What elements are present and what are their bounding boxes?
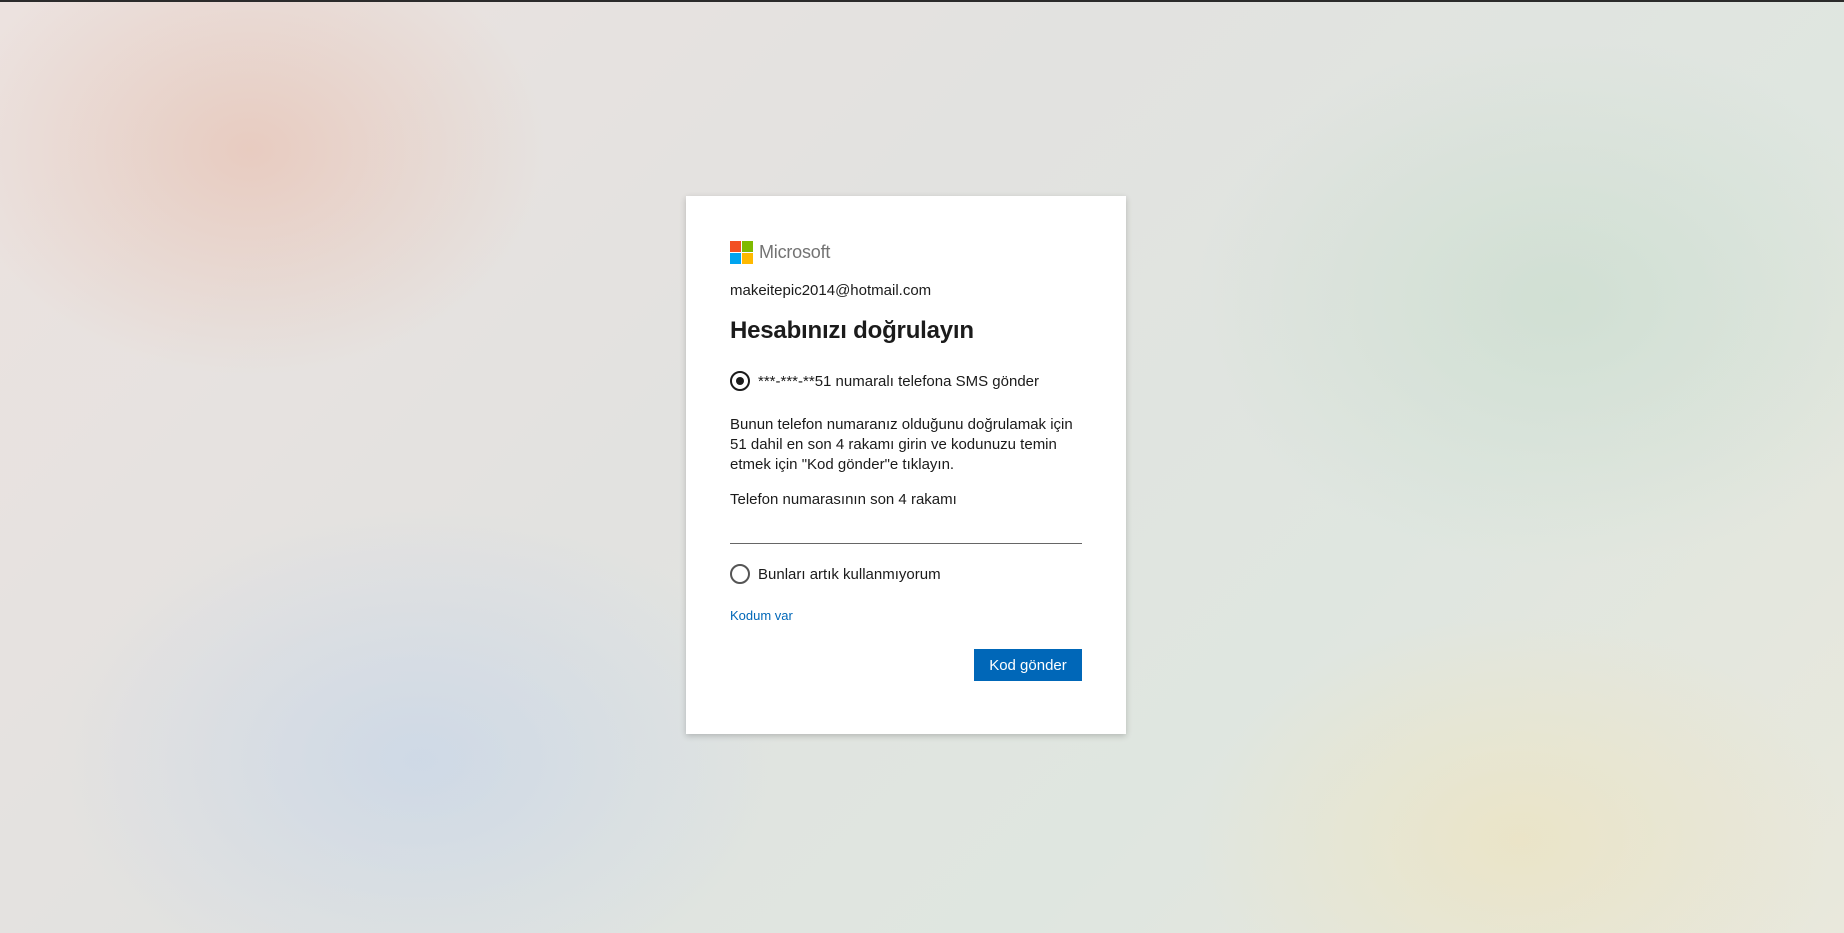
send-code-button[interactable]: Kod gönder — [974, 649, 1082, 681]
button-row: Kod gönder — [730, 649, 1082, 681]
sms-option[interactable]: ***-***-**51 numaralı telefona SMS gönde… — [730, 371, 1082, 391]
verify-account-card: Microsoft makeitepic2014@hotmail.com Hes… — [686, 196, 1126, 734]
page-title: Hesabınızı doğrulayın — [730, 317, 974, 344]
account-email: makeitepic2014@hotmail.com — [730, 282, 932, 299]
radio-checked-icon[interactable] — [730, 371, 750, 391]
no-longer-use-label: Bunları artık kullanmıyorum — [758, 565, 941, 583]
phone-digits-input[interactable] — [730, 518, 1082, 544]
microsoft-logo: Microsoft — [730, 240, 1082, 264]
phone-digits-label: Telefon numarasının son 4 rakamı — [730, 491, 957, 508]
window-top-border — [0, 0, 1844, 2]
verify-description: Bunun telefon numaranız olduğunu doğrula… — [730, 416, 1073, 473]
brand-name: Microsoft — [759, 241, 831, 262]
microsoft-logo-icon — [730, 240, 753, 264]
have-code-link[interactable]: Kodum var — [730, 608, 1082, 623]
radio-unchecked-icon[interactable] — [730, 564, 750, 584]
no-longer-use-option[interactable]: Bunları artık kullanmıyorum — [730, 564, 1082, 584]
sms-option-label: ***-***-**51 numaralı telefona SMS gönde… — [758, 372, 1039, 390]
